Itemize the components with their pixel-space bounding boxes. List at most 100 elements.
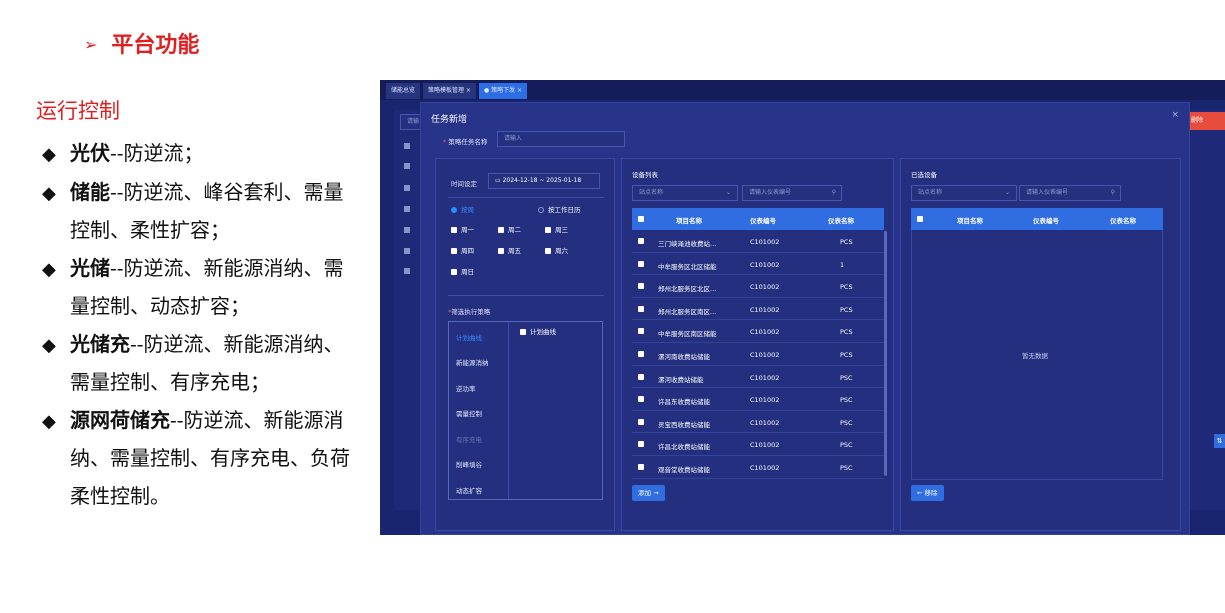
row-checkbox[interactable] <box>638 351 644 357</box>
selected-meter-search-input[interactable]: 请输入仪表编号 ⚲ <box>1019 185 1121 201</box>
section-heading-text: 平台功能 <box>111 33 200 58</box>
row-checkbox[interactable] <box>638 396 644 403</box>
table-cell: C101002 <box>750 328 780 337</box>
selected-select-all-checkbox[interactable] <box>917 216 923 222</box>
filter-icon[interactable]: ⇅ <box>1214 434 1225 448</box>
row-checkbox[interactable] <box>638 464 644 470</box>
task-name-input[interactable]: 请输入 <box>497 131 625 147</box>
checkbox-sunday[interactable]: 周日 <box>451 266 474 276</box>
search-icon: ⚲ <box>831 189 836 196</box>
table-cell: C101002 <box>750 373 780 382</box>
feature-name: 储能 <box>70 179 110 204</box>
table-cell: 漯河收费站储能 <box>658 375 704 384</box>
radio-weekly[interactable]: 按周 <box>451 204 474 214</box>
strategy-ordered-charging: 有序充电 <box>456 436 482 444</box>
close-icon[interactable]: × <box>1171 110 1179 120</box>
table-cell: C101002 <box>750 238 780 246</box>
date-range-picker[interactable]: ▭ 2024-12-18 ~ 2025-01-18 <box>488 173 600 189</box>
table-cell: PCS <box>840 305 853 314</box>
table-cell: C101002 <box>750 260 780 269</box>
strategy-reverse-power[interactable]: 逆功率 <box>456 383 476 393</box>
row-checkbox[interactable] <box>638 283 644 290</box>
table-cell: 郑州北服务区南区... <box>658 307 717 316</box>
time-setting-label: 时间设定 <box>451 180 477 188</box>
tab-strategy-dispatch[interactable]: ● 策略下发 × <box>478 83 528 99</box>
device-table-header: 项目名称 仪表编号 仪表名称 <box>632 208 884 230</box>
row-checkbox[interactable] <box>638 441 644 448</box>
checkbox-monday[interactable]: 周一 <box>451 224 474 234</box>
strategy-plan-curve[interactable]: 计划曲线 <box>456 332 482 342</box>
app-screenshot: 储能总览 策略模板管理 × ● 策略下发 × 请输 删除 ⇅ 任务新增 × * … <box>380 80 1225 535</box>
table-cell: 许昌北收费站储能 <box>658 443 710 452</box>
strategy-box: 计划曲线 新能源消纳 逆功率 需量控制 有序充电 削峰填谷 动态扩容 计划曲线 <box>448 321 603 500</box>
table-row[interactable]: 灵宝西收费站储能 C101002 PSC <box>632 411 884 434</box>
table-row[interactable]: 郑州北服务区北区... C101002 PCS <box>632 275 884 298</box>
table-cell: 中牟服务区南区储能 <box>658 330 717 339</box>
remove-button[interactable]: ← 移除 <box>911 485 944 501</box>
tab-strategy-template[interactable]: 策略模板管理 × <box>423 83 476 99</box>
add-button[interactable]: 添加 → <box>632 485 665 501</box>
table-cell: C101002 <box>750 441 780 450</box>
strategy-dynamic-expansion[interactable]: 动态扩容 <box>456 485 482 495</box>
background-row-checkbox[interactable] <box>404 185 410 191</box>
table-row[interactable]: 观音堂收费站储能 C101002 PSC <box>632 456 884 479</box>
station-select[interactable]: 站点名称 ⌄ <box>632 185 738 201</box>
table-cell: 观音堂收费站储能 <box>658 466 710 474</box>
feature-item: ◆ 储能--防逆流、峰谷套利、需量控制、柔性扩容； <box>42 174 352 250</box>
checkbox-plan-curve[interactable]: 计划曲线 <box>520 326 556 336</box>
background-row-checkbox[interactable] <box>404 268 410 274</box>
row-checkbox[interactable] <box>638 373 644 380</box>
checkbox-tuesday[interactable]: 周二 <box>498 224 521 234</box>
table-row[interactable]: 中牟服务区南区储能 C101002 PCS <box>632 320 884 343</box>
strategy-renewable-consumption[interactable]: 新能源消纳 <box>456 357 489 367</box>
background-row-checkbox[interactable] <box>404 227 410 233</box>
row-checkbox[interactable] <box>638 305 644 312</box>
checkbox-wednesday[interactable]: 周三 <box>545 224 568 234</box>
row-checkbox[interactable] <box>638 238 644 244</box>
radio-workday-calendar[interactable]: 按工作日历 <box>538 204 581 214</box>
section-heading: ➢ 平台功能 <box>84 27 199 59</box>
strategy-label: *筛选执行策略 <box>448 308 491 316</box>
table-cell: 中牟服务区北区储能 <box>658 262 717 271</box>
strategy-peak-shaving[interactable]: 削峰填谷 <box>456 459 482 469</box>
table-row[interactable]: 许昌北收费站储能 C101002 PSC <box>632 433 884 456</box>
selected-station-select[interactable]: 站点名称 ⌄ <box>911 185 1017 201</box>
selected-table-header: 项目名称 仪表编号 仪表名称 <box>911 208 1163 230</box>
device-list-panel: 设备列表 站点名称 ⌄ 请输入仪表编号 ⚲ 项目名称 仪表编号 仪表名称 三门峡渑池… <box>621 158 894 531</box>
task-add-modal: 任务新增 × * 策略任务名称 请输入 时间设定 ▭ 2024-12-18 ~ … <box>420 102 1190 535</box>
checkbox-saturday[interactable]: 周六 <box>545 245 568 255</box>
row-checkbox[interactable] <box>638 418 644 425</box>
checkbox-thursday[interactable]: 周四 <box>451 245 474 255</box>
background-row-checkbox[interactable] <box>404 163 410 169</box>
feature-item: ◆ 光储充--防逆流、新能源消纳、需量控制、有序充电； <box>42 326 352 402</box>
table-cell: C101002 <box>750 351 780 359</box>
selected-list-title: 已选设备 <box>911 171 937 179</box>
background-row-checkbox[interactable] <box>404 248 410 254</box>
strategy-demand-control[interactable]: 需量控制 <box>456 408 482 418</box>
table-cell: 1 <box>840 260 845 269</box>
device-list-title: 设备列表 <box>632 171 658 179</box>
table-cell: 许昌东收费站储能 <box>658 398 710 407</box>
background-row-checkbox[interactable] <box>404 143 410 149</box>
table-row[interactable]: 漯河南收费站储能 C101002 PCS <box>632 343 884 366</box>
row-checkbox[interactable] <box>638 328 644 335</box>
task-name-label: * 策略任务名称 <box>443 138 488 146</box>
scrollbar[interactable] <box>884 231 887 476</box>
background-row-checkbox[interactable] <box>404 206 410 212</box>
chevron-down-icon: ⌄ <box>725 189 731 196</box>
table-row[interactable]: 郑州北服务区南区... C101002 PCS <box>632 298 884 321</box>
table-row[interactable]: 三门峡渑池收费站... C101002 PCS <box>632 230 884 253</box>
feature-name: 光储 <box>70 255 110 280</box>
row-checkbox[interactable] <box>638 260 644 267</box>
modal-title: 任务新增 <box>431 115 468 125</box>
tab-storage-overview[interactable]: 储能总览 <box>386 83 421 99</box>
table-row[interactable]: 漯河收费站储能 C101002 PSC <box>632 366 884 389</box>
select-all-checkbox[interactable] <box>638 216 644 222</box>
tab-bar: 储能总览 策略模板管理 × ● 策略下发 × <box>380 80 1225 100</box>
table-row[interactable]: 中牟服务区北区储能 C101002 1 <box>632 253 884 276</box>
checkbox-friday[interactable]: 周五 <box>498 245 521 255</box>
table-row[interactable]: 许昌东收费站储能 C101002 PSC <box>632 388 884 411</box>
table-cell: 灵宝西收费站储能 <box>658 420 710 429</box>
feature-name: 光储充 <box>70 331 130 356</box>
meter-search-input[interactable]: 请输入仪表编号 ⚲ <box>742 185 842 201</box>
